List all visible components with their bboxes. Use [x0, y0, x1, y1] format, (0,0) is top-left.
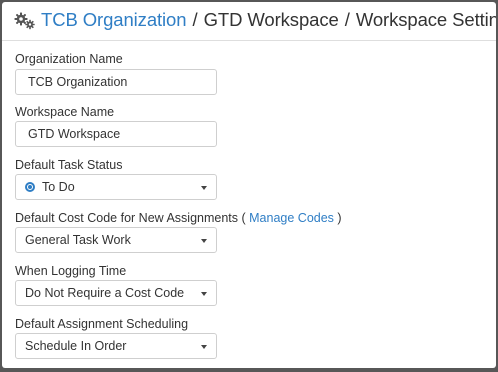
default-task-status-value: To Do [42, 180, 75, 194]
status-dot-icon [25, 181, 35, 192]
chevron-down-icon [201, 186, 207, 190]
workspace-name-value: GTD Workspace [28, 127, 121, 141]
breadcrumb-workspace[interactable]: GTD Workspace [204, 9, 339, 30]
breadcrumb-separator: / [344, 9, 350, 30]
chevron-down-icon [201, 345, 207, 349]
default-cost-code-select[interactable]: General Task Work [15, 227, 217, 253]
default-task-status-label: Default Task Status [15, 158, 123, 172]
default-cost-code-label-text: Default Cost Code for New Assignments ( [15, 211, 246, 225]
breadcrumb-separator: / [192, 9, 198, 30]
when-logging-time-value: Do Not Require a Cost Code [25, 286, 185, 300]
default-assignment-scheduling-select[interactable]: Schedule In Order [15, 333, 217, 359]
default-assignment-scheduling-value: Schedule In Order [25, 339, 127, 353]
gears-icon [14, 12, 35, 30]
default-assignment-scheduling-label: Default Assignment Scheduling [15, 317, 189, 331]
default-cost-code-value: General Task Work [25, 233, 131, 247]
workspace-name-input[interactable]: GTD Workspace [15, 121, 217, 147]
organization-name-input[interactable]: TCB Organization [15, 69, 217, 95]
organization-name-value: TCB Organization [28, 75, 128, 89]
organization-name-label: Organization Name [15, 52, 123, 66]
when-logging-time-label: When Logging Time [15, 264, 127, 278]
chevron-down-icon [201, 239, 207, 243]
default-task-status-select[interactable]: To Do [15, 174, 217, 200]
breadcrumb-organization-link[interactable]: TCB Organization [41, 9, 187, 30]
breadcrumb-current-page: Workspace Settings [355, 9, 496, 30]
workspace-name-label: Workspace Name [15, 105, 115, 119]
manage-codes-link[interactable]: Manage Codes [249, 211, 334, 225]
page-header: TCB Organization / GTD Workspace / Works… [2, 2, 496, 41]
default-cost-code-label: Default Cost Code for New Assignments ( … [15, 211, 342, 225]
settings-card: TCB Organization / GTD Workspace / Works… [2, 2, 496, 368]
breadcrumb: TCB Organization / GTD Workspace / Works… [41, 9, 496, 31]
chevron-down-icon [201, 292, 207, 296]
window-frame: TCB Organization / GTD Workspace / Works… [0, 0, 498, 372]
default-cost-code-label-close: ) [337, 211, 342, 225]
when-logging-time-select[interactable]: Do Not Require a Cost Code [15, 280, 217, 306]
